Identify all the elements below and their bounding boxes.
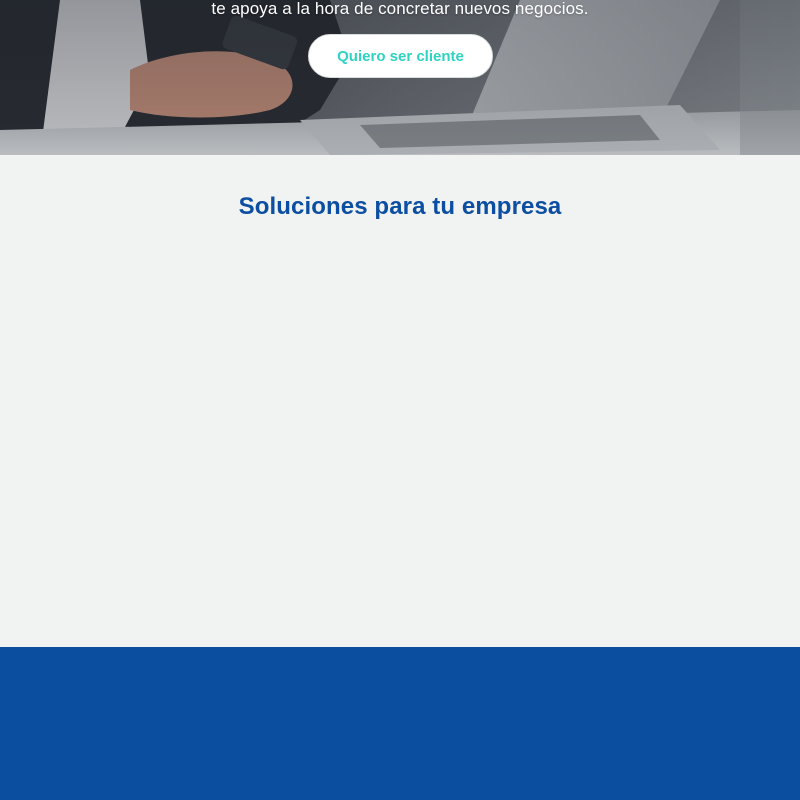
solutions-section: Soluciones para tu empresa <box>0 155 800 647</box>
hero-subtitle: te apoya a la hora de concretar nuevos n… <box>211 0 589 18</box>
hero-banner: te apoya a la hora de concretar nuevos n… <box>0 0 800 155</box>
solutions-title: Soluciones para tu empresa <box>238 193 562 220</box>
become-client-button[interactable]: Quiero ser cliente <box>308 34 493 78</box>
blue-footer-band <box>0 647 800 800</box>
